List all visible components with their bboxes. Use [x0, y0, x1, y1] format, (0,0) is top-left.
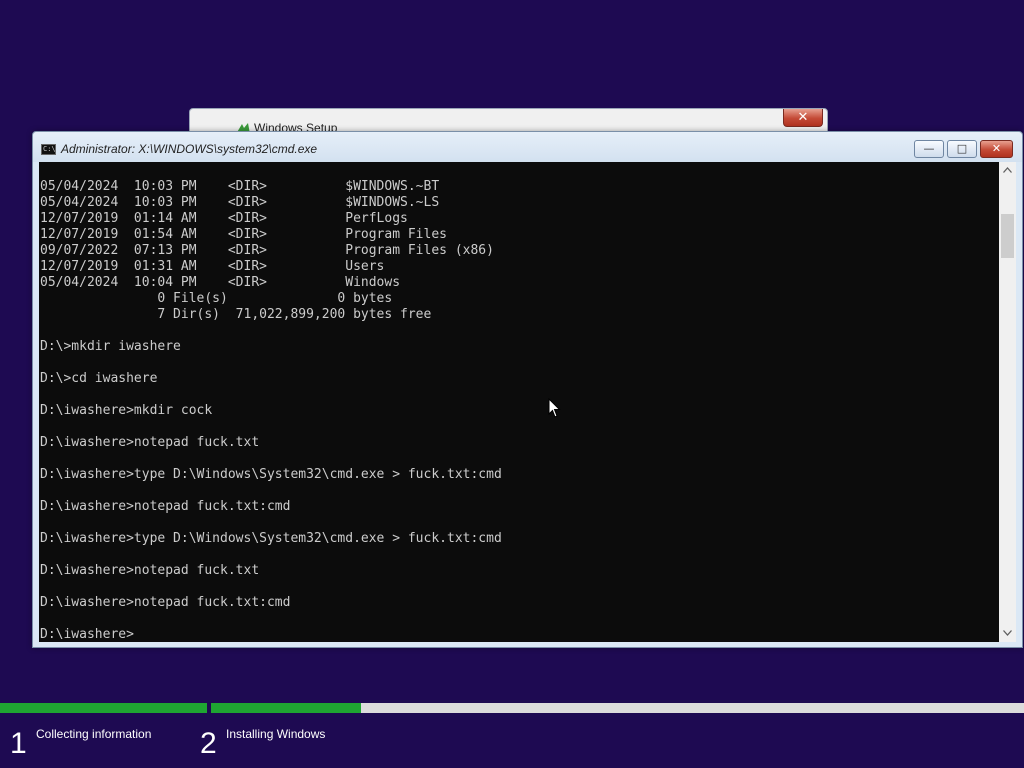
console-line: D:\iwashere>type D:\Windows\System32\cmd…	[40, 467, 502, 482]
console-line: 05/04/2024 10:04 PM <DIR> Windows	[40, 275, 401, 290]
console-line: 7 Dir(s) 71,022,899,200 bytes free	[40, 307, 432, 322]
console-line: D:\iwashere>	[40, 627, 134, 642]
step-number: 2	[200, 727, 217, 760]
cmd-window: C:\ Administrator: X:\WINDOWS\system32\c…	[32, 131, 1023, 648]
console-text: 05/04/2024 10:03 PM <DIR> $WINDOWS.~BT 05…	[40, 179, 502, 642]
console-line: D:\iwashere>mkdir cock	[40, 403, 213, 418]
mouse-pointer-icon	[548, 398, 561, 418]
console-line: 0 File(s) 0 bytes	[40, 291, 393, 306]
console-line: 12/07/2019 01:31 AM <DIR> Users	[40, 259, 385, 274]
scroll-thumb[interactable]	[1001, 214, 1014, 258]
cmd-window-title: Administrator: X:\WINDOWS\system32\cmd.e…	[61, 142, 318, 156]
console-line: D:\iwashere>notepad fuck.txt	[40, 563, 260, 578]
vertical-scrollbar[interactable]	[999, 162, 1016, 642]
console-line: D:\iwashere>notepad fuck.txt	[40, 435, 260, 450]
scroll-up-arrow-icon[interactable]	[999, 162, 1016, 179]
setup-close-button[interactable]: ✕	[783, 109, 823, 127]
progress-step1-fill	[0, 703, 207, 713]
console-line: D:\iwashere>type D:\Windows\System32\cmd…	[40, 531, 502, 546]
maximize-button[interactable]: □	[947, 140, 977, 158]
setup-progress-bar	[0, 703, 1024, 713]
minimize-button[interactable]: —	[914, 140, 944, 158]
console-line: 05/04/2024 10:03 PM <DIR> $WINDOWS.~BT	[40, 179, 440, 194]
console-line: D:\>cd iwashere	[40, 371, 158, 386]
close-button[interactable]: ✕	[980, 140, 1013, 158]
console-line: D:\>mkdir iwashere	[40, 339, 181, 354]
cmd-app-icon: C:\	[41, 144, 56, 155]
console-line: 12/07/2019 01:54 AM <DIR> Program Files	[40, 227, 447, 242]
console-line: D:\iwashere>notepad fuck.txt:cmd	[40, 595, 291, 610]
console-line: 12/07/2019 01:14 AM <DIR> PerfLogs	[40, 211, 408, 226]
cmd-titlebar[interactable]: C:\ Administrator: X:\WINDOWS\system32\c…	[33, 132, 1022, 162]
step-label: Collecting information	[36, 727, 152, 741]
console-output[interactable]: 05/04/2024 10:03 PM <DIR> $WINDOWS.~BT 05…	[39, 162, 999, 642]
progress-step2-fill	[211, 703, 361, 713]
console-line: 05/04/2024 10:03 PM <DIR> $WINDOWS.~LS	[40, 195, 440, 210]
step-label: Installing Windows	[226, 727, 326, 741]
step-number: 1	[10, 727, 27, 760]
console-line: 09/07/2022 07:13 PM <DIR> Program Files …	[40, 243, 494, 258]
console-line: D:\iwashere>notepad fuck.txt:cmd	[40, 499, 291, 514]
scroll-down-arrow-icon[interactable]	[999, 625, 1016, 642]
